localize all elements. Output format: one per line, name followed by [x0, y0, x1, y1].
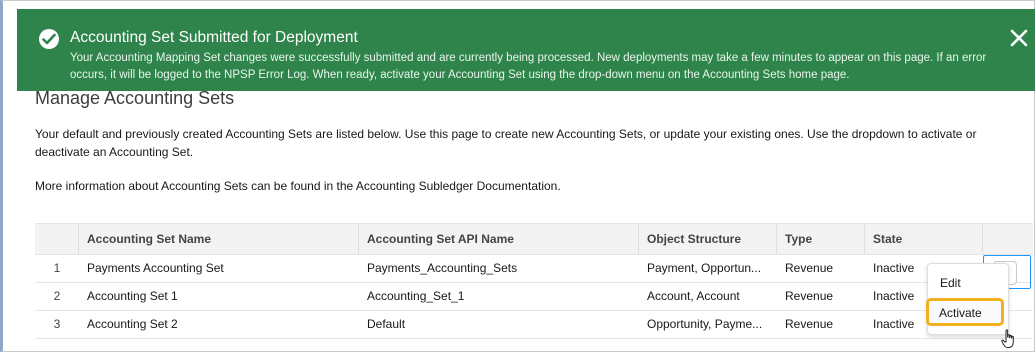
- header-row-number: [35, 224, 79, 254]
- header-state[interactable]: State: [865, 224, 983, 254]
- success-toast: Accounting Set Submitted for Deployment …: [17, 9, 1035, 91]
- row-actions-menu: Edit Activate: [926, 263, 1010, 335]
- toast-message: Your Accounting Mapping Set changes were…: [70, 52, 987, 81]
- header-actions: [983, 224, 1033, 254]
- header-set-name[interactable]: Accounting Set Name: [79, 224, 359, 254]
- row-number: 3: [53, 317, 61, 331]
- table-row: 3 Accounting Set 2 Default Opportunity, …: [35, 311, 1033, 339]
- page-title: Manage Accounting Sets: [35, 88, 235, 108]
- menu-item-edit[interactable]: Edit: [928, 270, 1010, 296]
- hand-pointer-icon: [1001, 329, 1017, 352]
- header-type[interactable]: Type: [777, 224, 865, 254]
- type-cell: Revenue: [785, 289, 834, 303]
- table-row: 1 Payments Accounting Set Payments_Accou…: [35, 255, 1033, 283]
- header-object-structure[interactable]: Object Structure: [639, 224, 777, 254]
- type-cell: Revenue: [785, 317, 834, 331]
- toast-title: Accounting Set Submitted for Deployment: [70, 29, 358, 46]
- page-description: Your default and previously created Acco…: [35, 127, 977, 159]
- object-structure-cell: Account, Account: [647, 289, 740, 303]
- table-row: 2 Accounting Set 1 Accounting_Set_1 Acco…: [35, 283, 1033, 311]
- table-header: Accounting Set Name Accounting Set API N…: [35, 223, 1033, 255]
- type-cell: Revenue: [785, 261, 834, 275]
- row-number: 2: [53, 289, 61, 303]
- api-name-cell: Accounting_Set_1: [367, 289, 465, 303]
- set-name-cell: Payments Accounting Set: [87, 261, 224, 275]
- header-api-name[interactable]: Accounting Set API Name: [359, 224, 639, 254]
- row-number: 1: [53, 261, 61, 275]
- close-icon[interactable]: [1008, 27, 1034, 53]
- set-name-cell: Accounting Set 2: [87, 317, 178, 331]
- page-frame: Accounting Set Submitted for Deployment …: [0, 0, 1035, 352]
- set-name-cell: Accounting Set 1: [87, 289, 178, 303]
- menu-item-activate[interactable]: Activate: [926, 298, 1004, 326]
- api-name-cell: Default: [367, 317, 406, 331]
- success-check-icon: [39, 29, 59, 49]
- object-structure-cell: Opportunity, Payme...: [647, 317, 763, 331]
- api-name-cell: Payments_Accounting_Sets: [367, 261, 518, 275]
- accounting-sets-table: Accounting Set Name Accounting Set API N…: [35, 223, 1033, 345]
- more-info-text: More information about Accounting Sets c…: [35, 179, 561, 193]
- object-structure-cell: Payment, Opportun...: [647, 261, 762, 275]
